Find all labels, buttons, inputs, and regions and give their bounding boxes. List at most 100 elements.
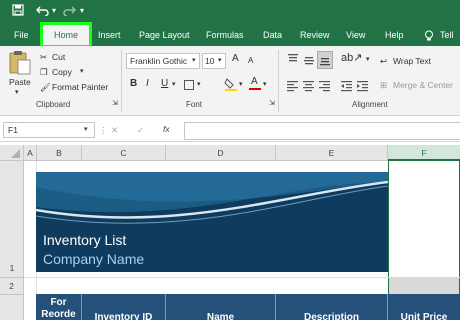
align-middle-icon[interactable] <box>303 53 315 67</box>
column-header-b[interactable]: B <box>37 145 82 161</box>
format-painter-button[interactable]: Format Painter <box>52 81 108 93</box>
formula-input[interactable] <box>184 122 460 140</box>
copy-icon[interactable]: ❐ <box>40 66 48 78</box>
font-color-letter: A <box>251 76 258 87</box>
save-icon[interactable] <box>12 2 24 22</box>
row-number-2: 2 <box>9 281 14 291</box>
formula-bar-grip-icon: ⋮ <box>99 125 108 135</box>
table-header-description[interactable]: Description <box>276 294 388 320</box>
cut-button[interactable]: Cut <box>52 51 65 63</box>
align-left-icon[interactable] <box>287 79 299 92</box>
column-header-d[interactable]: D <box>166 145 276 161</box>
tab-page-layout[interactable]: Page Layout <box>139 24 190 46</box>
borders-dropdown-icon[interactable]: ▾ <box>197 79 201 91</box>
title-banner: Inventory List Company Name <box>36 172 388 272</box>
tab-insert[interactable]: Insert <box>98 24 121 46</box>
increase-indent-icon[interactable] <box>357 79 369 92</box>
grow-font-button[interactable]: A <box>232 53 239 65</box>
row-header-2[interactable]: 2 <box>0 277 24 294</box>
redo-icon[interactable] <box>62 2 76 22</box>
font-group-label: Font <box>186 100 203 109</box>
format-painter-icon[interactable]: 🖌 <box>40 81 51 93</box>
cut-icon[interactable]: ✂ <box>40 51 47 63</box>
quick-access-toolbar: ▾ ▾ <box>0 0 460 24</box>
shrink-font-button[interactable]: A <box>248 55 253 67</box>
align-right-icon[interactable] <box>319 79 331 92</box>
bold-button[interactable]: B <box>130 78 137 90</box>
align-bottom-icon[interactable] <box>317 51 333 69</box>
font-launcher-icon[interactable]: ⇲ <box>269 98 275 110</box>
column-header-a[interactable]: A <box>24 145 37 161</box>
font-family-select[interactable]: Franklin Gothic <box>126 53 200 69</box>
merge-center-icon[interactable]: ⊞ <box>380 79 387 91</box>
tab-help[interactable]: Help <box>385 24 404 46</box>
underline-dropdown-icon[interactable]: ▾ <box>172 79 176 91</box>
clipboard-group-label: Clipboard <box>36 100 71 109</box>
font-color-dropdown-icon[interactable]: ▾ <box>263 79 267 91</box>
wrap-text-icon[interactable]: ↩ <box>380 55 387 67</box>
table-header-unit-price[interactable]: Unit Price <box>388 294 460 320</box>
cell-f2[interactable] <box>389 277 459 294</box>
undo-icon[interactable] <box>36 2 50 22</box>
font-size-dropdown-icon[interactable]: ▾ <box>218 55 222 67</box>
column-headers: A B C D E F <box>0 145 460 161</box>
ribbon-tabs: File Home Insert Page Layout Formulas Da… <box>0 22 460 48</box>
tab-formulas[interactable]: Formulas <box>206 24 244 46</box>
copy-button[interactable]: Copy <box>52 66 72 78</box>
clipboard-launcher-icon[interactable]: ⇲ <box>112 98 118 110</box>
copy-dropdown-icon[interactable]: ▾ <box>80 66 84 78</box>
alignment-group-label: Alignment <box>352 100 388 109</box>
fill-color-icon[interactable] <box>224 77 238 91</box>
name-box-dropdown-icon[interactable]: ▾ <box>84 124 88 136</box>
orientation-icon[interactable]: ab↗ <box>341 52 362 64</box>
merge-center-button[interactable]: Merge & Center <box>393 79 453 91</box>
wrap-text-button[interactable]: Wrap Text <box>393 55 431 67</box>
fill-color-dropdown-icon[interactable]: ▾ <box>239 79 243 91</box>
paste-button[interactable]: Paste <box>9 76 31 88</box>
table-header-name[interactable]: Name <box>166 294 276 320</box>
column-header-c[interactable]: C <box>82 145 166 161</box>
customize-qat-icon[interactable]: ▾ <box>80 1 84 21</box>
name-box[interactable]: F1 <box>3 122 95 138</box>
font-size-select[interactable]: 10 <box>202 53 226 69</box>
cancel-icon[interactable]: ✕ <box>111 124 118 136</box>
font-color-icon[interactable]: A <box>249 76 261 92</box>
table-header-reorder[interactable]: For Reorde <box>36 294 82 320</box>
separator <box>121 50 122 112</box>
selected-column-border <box>388 161 389 294</box>
lightbulb-icon[interactable] <box>424 24 434 46</box>
tab-file[interactable]: File <box>14 24 29 46</box>
sheet-title: Inventory List <box>43 232 127 248</box>
borders-icon[interactable] <box>184 80 194 90</box>
column-header-f[interactable]: F <box>388 145 460 161</box>
company-name: Company Name <box>43 251 145 267</box>
row-number-1: 1 <box>9 263 15 273</box>
font-family-value: Franklin Gothic <box>130 56 188 66</box>
decrease-indent-icon[interactable] <box>341 79 353 92</box>
row-header-1[interactable]: 1 <box>0 161 24 277</box>
enter-icon[interactable]: ✓ <box>137 124 144 136</box>
tab-review[interactable]: Review <box>300 24 330 46</box>
insert-function-icon[interactable]: fx <box>163 123 170 135</box>
tab-home[interactable]: Home <box>40 22 92 48</box>
italic-button[interactable]: I <box>146 78 149 90</box>
orientation-dropdown-icon[interactable]: ▾ <box>366 54 370 66</box>
select-all-corner[interactable] <box>0 145 24 161</box>
column-header-e[interactable]: E <box>276 145 388 161</box>
underline-button[interactable]: U <box>161 78 168 90</box>
tab-tell-me[interactable]: Tell <box>440 24 454 46</box>
tab-data[interactable]: Data <box>263 24 282 46</box>
align-top-icon[interactable] <box>287 53 299 67</box>
font-family-dropdown-icon[interactable]: ▾ <box>192 55 196 67</box>
align-center-icon[interactable] <box>303 79 315 92</box>
separator <box>278 50 279 112</box>
undo-dropdown-icon[interactable]: ▾ <box>52 1 56 21</box>
paste-icon[interactable] <box>8 50 32 76</box>
tab-view[interactable]: View <box>346 24 365 46</box>
font-size-value: 10 <box>205 56 215 66</box>
paste-dropdown-icon[interactable]: ▾ <box>15 87 19 99</box>
ribbon: Paste ▾ ✂ Cut ❐ Copy ▾ 🖌 Format Painter … <box>0 46 460 116</box>
table-header-inventory-id[interactable]: Inventory ID <box>82 294 166 320</box>
row-header-3[interactable] <box>0 294 24 320</box>
formula-bar: F1 ▾ ⋮ ✕ ✓ fx <box>0 118 460 142</box>
